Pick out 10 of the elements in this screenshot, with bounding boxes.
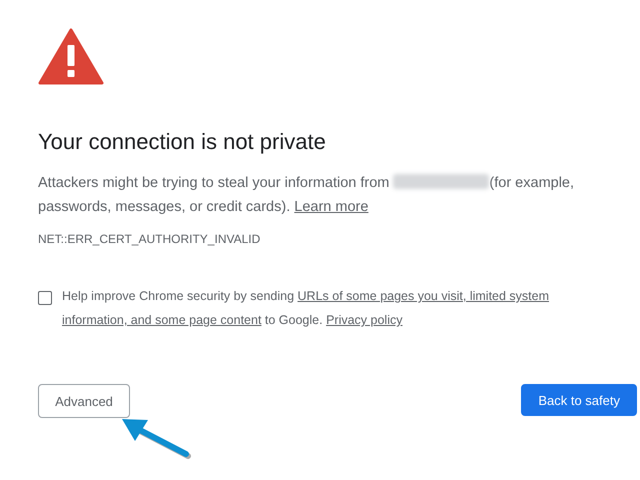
advanced-button[interactable]: Advanced xyxy=(38,384,130,418)
error-code: NET::ERR_CERT_AUTHORITY_INVALID xyxy=(38,232,260,246)
privacy-policy-link[interactable]: Privacy policy xyxy=(326,313,402,327)
warning-message: Attackers might be trying to steal your information from (for example, passwords, messages, or credit cards). Learn more xyxy=(38,173,576,217)
opt-in-text: Help improve Chrome security by sending URLs of some pages you visit, limited system information, and some page content to Google. Privacy policy xyxy=(62,288,550,329)
page-heading: Your connection is not private xyxy=(38,129,326,155)
back-button[interactable]: Back to safety xyxy=(521,384,637,416)
details-link[interactable]: information, and some page content xyxy=(62,313,262,327)
details-link[interactable]: URLs of some pages you visit, limited system xyxy=(298,289,550,303)
learn-more-link[interactable]: Learn more xyxy=(294,199,368,215)
